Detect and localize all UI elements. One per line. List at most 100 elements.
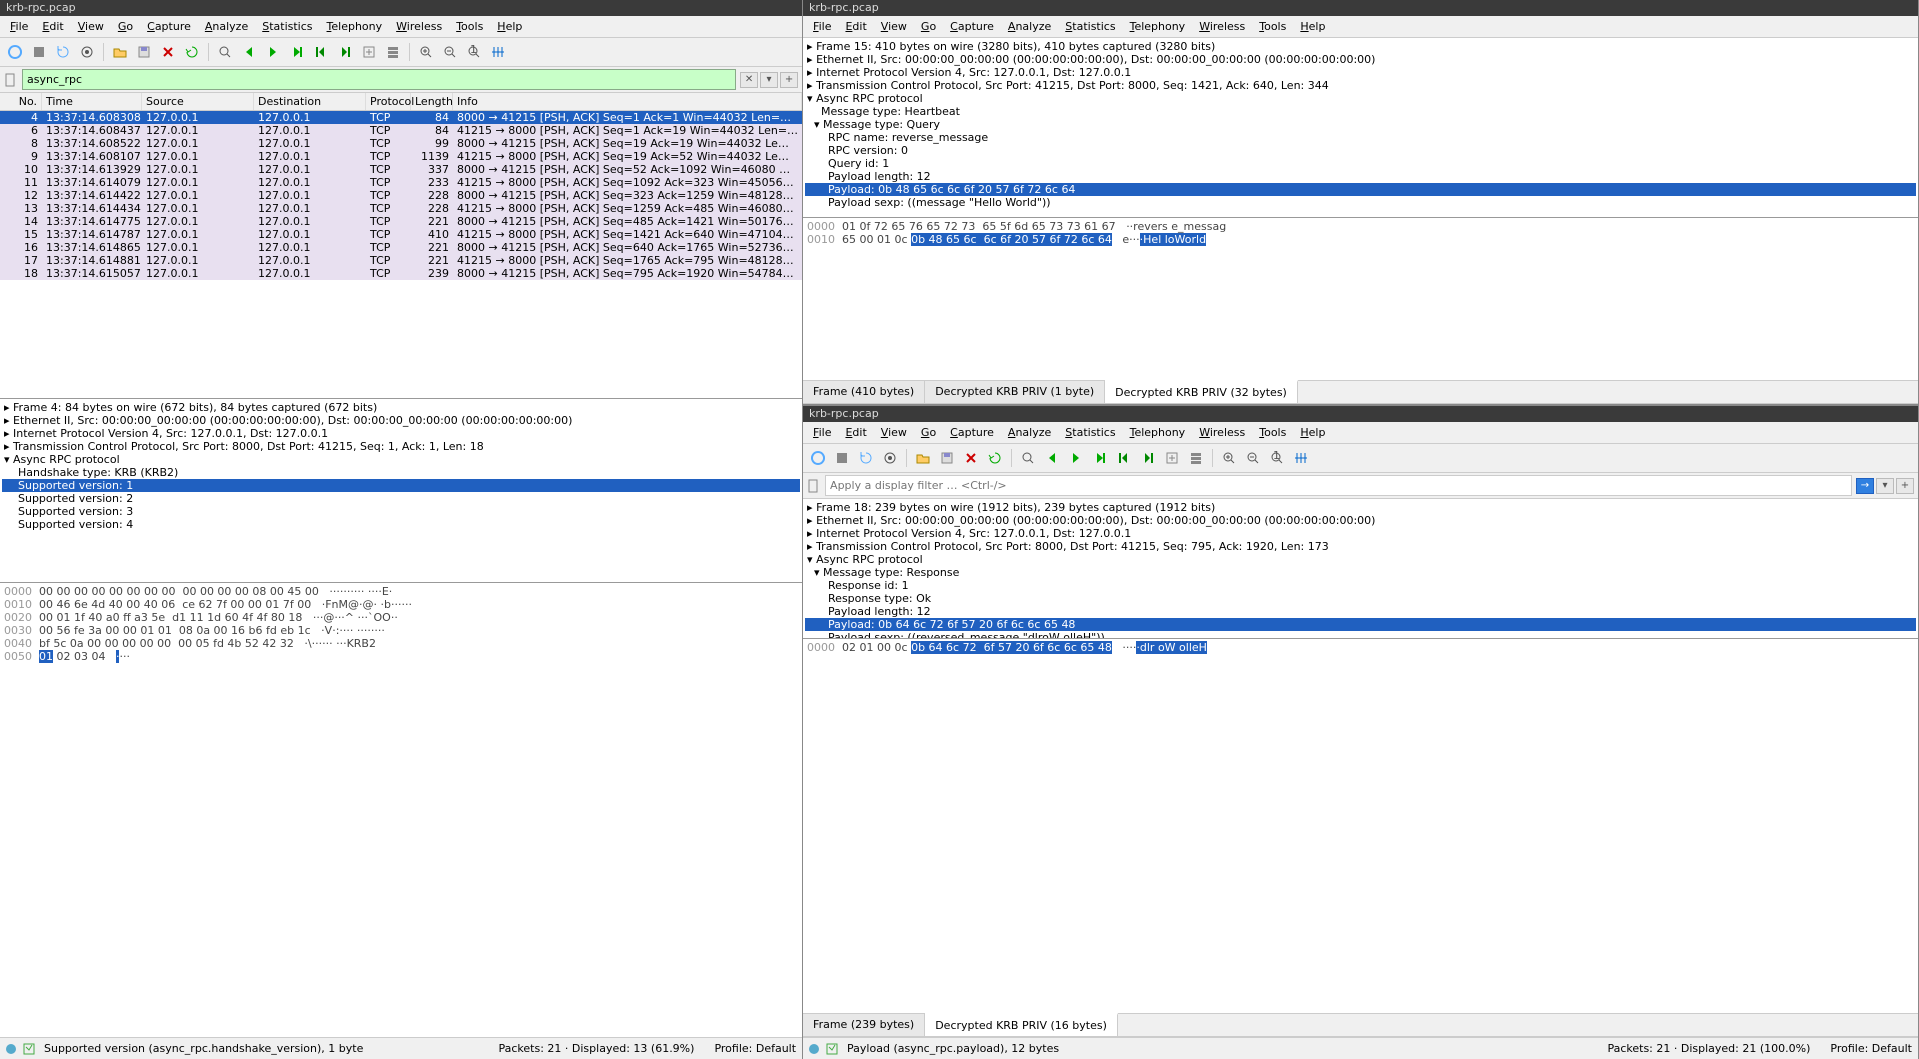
packet-row[interactable]: 1113:37:14.614079127.0.0.1127.0.0.1TCP23…: [0, 176, 802, 189]
detail-line[interactable]: ▸ Frame 18: 239 bytes on wire (1912 bits…: [805, 501, 1916, 514]
hex-line[interactable]: 0050 01 02 03 04 ····: [4, 650, 798, 663]
display-filter-input[interactable]: [22, 69, 736, 90]
detail-line[interactable]: Response id: 1: [805, 579, 1916, 592]
go-last-icon[interactable]: [1137, 447, 1159, 469]
detail-line[interactable]: RPC version: 0: [805, 144, 1916, 157]
display-filter-input-rb[interactable]: [825, 475, 1852, 496]
start-capture-icon[interactable]: [4, 41, 26, 63]
packet-row[interactable]: 613:37:14.608437127.0.0.1127.0.0.1TCP844…: [0, 124, 802, 137]
detail-line[interactable]: Payload length: 12: [805, 170, 1916, 183]
menu-edit[interactable]: Edit: [36, 18, 69, 35]
zoom-in-icon[interactable]: [1218, 447, 1240, 469]
menu-go[interactable]: Go: [915, 424, 942, 441]
tab[interactable]: Decrypted KRB PRIV (32 bytes): [1105, 380, 1298, 403]
menu-tools[interactable]: Tools: [1253, 424, 1292, 441]
detail-line[interactable]: Payload length: 12: [805, 605, 1916, 618]
hex-line[interactable]: 0040 bf 5c 0a 00 00 00 00 00 00 05 fd 4b…: [4, 637, 798, 650]
detail-line[interactable]: ▸ Ethernet II, Src: 00:00:00_00:00:00 (0…: [805, 514, 1916, 527]
tab[interactable]: Frame (410 bytes): [803, 381, 925, 403]
hex-dump-right-top[interactable]: 0000 01 0f 72 65 76 65 72 73 65 5f 6d 65…: [803, 218, 1918, 380]
detail-line[interactable]: Message type: Heartbeat: [805, 105, 1916, 118]
go-next-icon[interactable]: [1065, 447, 1087, 469]
filter-apply-button-rb[interactable]: →: [1856, 478, 1874, 494]
menu-statistics[interactable]: Statistics: [1059, 424, 1121, 441]
hex-line[interactable]: 0010 00 46 6e 4d 40 00 40 06 ce 62 7f 00…: [4, 598, 798, 611]
hex-line[interactable]: 0000 02 01 00 0c 0b 64 6c 72 6f 57 20 6f…: [807, 641, 1914, 654]
detail-line[interactable]: Supported version: 3: [2, 505, 800, 518]
menu-analyze[interactable]: Analyze: [199, 18, 254, 35]
packet-list[interactable]: No. Time Source Destination Protocol Len…: [0, 93, 802, 399]
detail-line[interactable]: ▸ Frame 4: 84 bytes on wire (672 bits), …: [2, 401, 800, 414]
go-next-icon[interactable]: [262, 41, 284, 63]
packet-row[interactable]: 1813:37:14.615057127.0.0.1127.0.0.1TCP23…: [0, 267, 802, 280]
detail-line[interactable]: Query id: 1: [805, 157, 1916, 170]
stop-capture-icon[interactable]: [831, 447, 853, 469]
capture-options-icon[interactable]: [879, 447, 901, 469]
menu-wireless[interactable]: Wireless: [1193, 424, 1251, 441]
detail-line[interactable]: ▸ Transmission Control Protocol, Src Por…: [805, 540, 1916, 553]
packet-row[interactable]: 813:37:14.608522127.0.0.1127.0.0.1TCP998…: [0, 137, 802, 150]
go-first-icon[interactable]: [1113, 447, 1135, 469]
detail-line[interactable]: Payload sexp: ((reversed_message "dlroW …: [805, 631, 1916, 639]
detail-line[interactable]: ▸ Internet Protocol Version 4, Src: 127.…: [805, 527, 1916, 540]
detail-line[interactable]: ▸ Internet Protocol Version 4, Src: 127.…: [2, 427, 800, 440]
detail-line[interactable]: Handshake type: KRB (KRB2): [2, 466, 800, 479]
filter-apply-button[interactable]: ▾: [760, 72, 778, 88]
detail-line[interactable]: Payload sexp: ((message "Hello World")): [805, 196, 1916, 209]
hex-line[interactable]: 0000 01 0f 72 65 76 65 72 73 65 5f 6d 65…: [807, 220, 1914, 233]
menu-go[interactable]: Go: [112, 18, 139, 35]
go-jump-icon[interactable]: [286, 41, 308, 63]
packet-row[interactable]: 913:37:14.608107127.0.0.1127.0.0.1TCP113…: [0, 150, 802, 163]
detail-line[interactable]: Response type: Ok: [805, 592, 1916, 605]
packet-row[interactable]: 413:37:14.608308127.0.0.1127.0.0.1TCP848…: [0, 111, 802, 124]
menu-telephony[interactable]: Telephony: [321, 18, 389, 35]
go-prev-icon[interactable]: [238, 41, 260, 63]
stop-capture-icon[interactable]: [28, 41, 50, 63]
status-profile-rb[interactable]: Profile: Default: [1830, 1042, 1912, 1055]
restart-capture-icon[interactable]: [855, 447, 877, 469]
menu-file[interactable]: File: [807, 424, 837, 441]
close-file-icon[interactable]: [960, 447, 982, 469]
hex-line[interactable]: 0030 00 56 fe 3a 00 00 01 01 08 0a 00 16…: [4, 624, 798, 637]
colorize-icon[interactable]: [1185, 447, 1207, 469]
menu-capture[interactable]: Capture: [944, 424, 1000, 441]
resize-columns-icon[interactable]: [1290, 447, 1312, 469]
zoom-reset-icon[interactable]: 1: [463, 41, 485, 63]
find-icon[interactable]: [1017, 447, 1039, 469]
zoom-in-icon[interactable]: [415, 41, 437, 63]
menu-help[interactable]: Help: [1294, 424, 1331, 441]
detail-line[interactable]: ▾ Message type: Query: [805, 118, 1916, 131]
go-prev-icon[interactable]: [1041, 447, 1063, 469]
packet-row[interactable]: 1013:37:14.613929127.0.0.1127.0.0.1TCP33…: [0, 163, 802, 176]
menu-telephony[interactable]: Telephony: [1124, 18, 1192, 35]
tab[interactable]: Frame (239 bytes): [803, 1014, 925, 1036]
restart-capture-icon[interactable]: [52, 41, 74, 63]
start-capture-icon[interactable]: [807, 447, 829, 469]
packet-details-right-top[interactable]: ▸ Frame 15: 410 bytes on wire (3280 bits…: [803, 38, 1918, 218]
go-last-icon[interactable]: [334, 41, 356, 63]
resize-columns-icon[interactable]: [487, 41, 509, 63]
detail-line[interactable]: ▾ Async RPC protocol: [805, 553, 1916, 566]
hex-line[interactable]: 0000 00 00 00 00 00 00 00 00 00 00 00 00…: [4, 585, 798, 598]
filter-clear-button[interactable]: ✕: [740, 72, 758, 88]
hex-dump-left[interactable]: 0000 00 00 00 00 00 00 00 00 00 00 00 00…: [0, 583, 802, 1037]
zoom-reset-icon[interactable]: 1: [1266, 447, 1288, 469]
reload-file-icon[interactable]: [984, 447, 1006, 469]
packet-row[interactable]: 1613:37:14.614865127.0.0.1127.0.0.1TCP22…: [0, 241, 802, 254]
menu-edit[interactable]: Edit: [839, 18, 872, 35]
menu-capture[interactable]: Capture: [141, 18, 197, 35]
menu-edit[interactable]: Edit: [839, 424, 872, 441]
open-file-icon[interactable]: [912, 447, 934, 469]
menu-tools[interactable]: Tools: [1253, 18, 1292, 35]
expert-info-icon[interactable]: [6, 1044, 16, 1054]
expert-info-icon-rb[interactable]: [809, 1044, 819, 1054]
filter-history-button-rb[interactable]: ▾: [1876, 478, 1894, 494]
menu-view[interactable]: View: [875, 18, 913, 35]
menu-capture[interactable]: Capture: [944, 18, 1000, 35]
hex-dump-right-bottom[interactable]: 0000 02 01 00 0c 0b 64 6c 72 6f 57 20 6f…: [803, 639, 1918, 1013]
detail-line[interactable]: Supported version: 4: [2, 518, 800, 531]
menu-statistics[interactable]: Statistics: [256, 18, 318, 35]
packet-details-left[interactable]: ▸ Frame 4: 84 bytes on wire (672 bits), …: [0, 399, 802, 583]
menu-analyze[interactable]: Analyze: [1002, 424, 1057, 441]
tab[interactable]: Decrypted KRB PRIV (1 byte): [925, 381, 1105, 403]
